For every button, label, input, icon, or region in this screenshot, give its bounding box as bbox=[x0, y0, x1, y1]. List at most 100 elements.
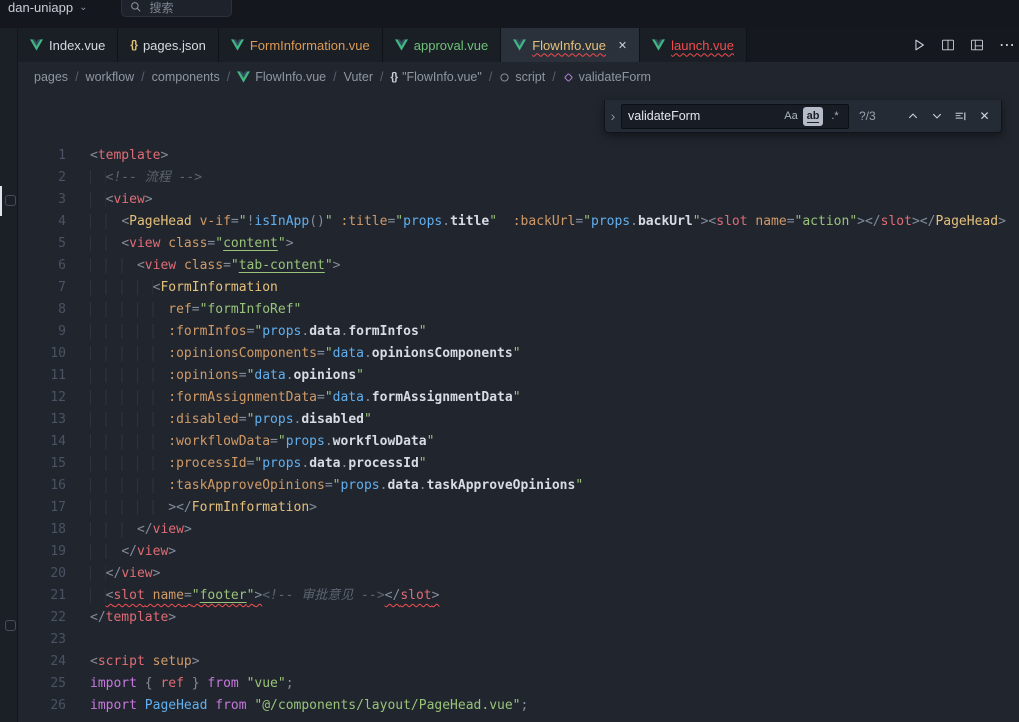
close-icon[interactable]: ✕ bbox=[618, 39, 627, 52]
breadcrumb-label: Vuter bbox=[344, 70, 373, 84]
line-number: 19 bbox=[18, 541, 66, 563]
find-in-selection-button[interactable] bbox=[950, 106, 971, 127]
find-input[interactable] bbox=[628, 109, 781, 123]
breadcrumb: pages/workflow/components/FlowInfo.vue/V… bbox=[18, 62, 1019, 92]
tab-flowinfo-vue[interactable]: FlowInfo.vue ✕ bbox=[501, 28, 640, 62]
breadcrumb-item[interactable]: validateForm bbox=[563, 70, 651, 84]
code-line[interactable]: 16 :taskApproveOpinions="props.data.task… bbox=[18, 475, 1019, 497]
editor-actions: ⋯ bbox=[912, 28, 1019, 62]
code-text: :processId="props.data.processId" bbox=[66, 453, 427, 475]
code-line[interactable]: 24<script setup> bbox=[18, 651, 1019, 673]
code-line[interactable]: 8 ref="formInfoRef" bbox=[18, 299, 1019, 321]
breadcrumb-item[interactable]: {}"FlowInfo.vue" bbox=[391, 70, 482, 84]
vue-file-icon bbox=[513, 39, 526, 51]
tab-label: FlowInfo.vue bbox=[532, 38, 606, 53]
code-line[interactable]: 25import { ref } from "vue"; bbox=[18, 673, 1019, 695]
breadcrumb-item[interactable]: pages bbox=[34, 70, 68, 84]
layout-button[interactable] bbox=[970, 38, 984, 52]
code-text: :opinions="data.opinions" bbox=[66, 365, 364, 387]
breadcrumb-item[interactable]: workflow bbox=[86, 70, 135, 84]
line-number: 1 bbox=[18, 145, 66, 167]
code-line[interactable]: 20 </view> bbox=[18, 563, 1019, 585]
panel-icon[interactable] bbox=[5, 620, 16, 631]
code-line[interactable]: 12 :formAssignmentData="data.formAssignm… bbox=[18, 387, 1019, 409]
tab-index-vue[interactable]: Index.vue bbox=[18, 28, 118, 62]
code-text bbox=[66, 629, 90, 651]
tab-approval-vue[interactable]: approval.vue bbox=[383, 28, 501, 62]
breadcrumb-item[interactable]: Vuter bbox=[344, 70, 373, 84]
breadcrumb-item[interactable]: components bbox=[152, 70, 220, 84]
line-number: 18 bbox=[18, 519, 66, 541]
vue-file-icon bbox=[395, 39, 408, 51]
code-line[interactable]: 1<template> bbox=[18, 145, 1019, 167]
code-text: import PageHead from "@/components/layou… bbox=[66, 695, 528, 717]
search-label: 搜索 bbox=[149, 0, 173, 16]
code-line[interactable]: 15 :processId="props.data.processId" bbox=[18, 453, 1019, 475]
code-text: <template> bbox=[66, 145, 168, 167]
code-line[interactable]: 4 <PageHead v-if="!isInApp()" :title="pr… bbox=[18, 211, 1019, 233]
line-number: 7 bbox=[18, 277, 66, 299]
code-text: :opinionsComponents="data.opinionsCompon… bbox=[66, 343, 521, 365]
find-input-box: Aaab .* bbox=[621, 104, 849, 129]
tab-launch-vue[interactable]: launch.vue bbox=[640, 28, 747, 62]
code-line[interactable]: 9 :formInfos="props.data.formInfos" bbox=[18, 321, 1019, 343]
activity-bar-icon[interactable] bbox=[5, 195, 16, 206]
next-match-button[interactable] bbox=[926, 106, 947, 127]
previous-match-button[interactable] bbox=[902, 106, 923, 127]
code-text: <view class="content"> bbox=[66, 233, 294, 255]
whole-word-toggle[interactable]: ab bbox=[803, 107, 823, 126]
code-line[interactable]: 6 <view class="tab-content"> bbox=[18, 255, 1019, 277]
tab-forminformation-vue[interactable]: FormInformation.vue bbox=[219, 28, 383, 62]
code-line[interactable]: 23 bbox=[18, 629, 1019, 651]
split-editor-button[interactable] bbox=[941, 38, 955, 52]
code-line[interactable]: 13 :disabled="props.disabled" bbox=[18, 409, 1019, 431]
tab-list: Index.vue{}pages.json FormInformation.vue… bbox=[18, 28, 747, 62]
code-line[interactable]: 17 ></FormInformation> bbox=[18, 497, 1019, 519]
title-bar: dan-uniapp ⌄ 搜索 bbox=[0, 0, 1019, 28]
line-number: 10 bbox=[18, 343, 66, 365]
tab-pages-json[interactable]: {}pages.json bbox=[118, 28, 218, 62]
code-line[interactable]: 26import PageHead from "@/components/lay… bbox=[18, 695, 1019, 717]
code-text: :taskApproveOpinions="props.data.taskApp… bbox=[66, 475, 583, 497]
line-number: 26 bbox=[18, 695, 66, 717]
code-text: <view> bbox=[66, 189, 153, 211]
run-button[interactable] bbox=[912, 38, 926, 52]
code-line[interactable]: 3 <view> bbox=[18, 189, 1019, 211]
code-line[interactable]: 5 <view class="content"> bbox=[18, 233, 1019, 255]
code-line[interactable]: 11 :opinions="data.opinions" bbox=[18, 365, 1019, 387]
breadcrumb-item[interactable]: FlowInfo.vue bbox=[237, 70, 326, 84]
breadcrumb-label: pages bbox=[34, 70, 68, 84]
code-line[interactable]: 10 :opinionsComponents="data.opinionsCom… bbox=[18, 343, 1019, 365]
editor-pane[interactable]: › Aaab.* ?/3 ✕ 1<template>2 <!-- 流程 -->3… bbox=[18, 92, 1019, 722]
code-line[interactable]: 7 <FormInformation bbox=[18, 277, 1019, 299]
line-number: 11 bbox=[18, 365, 66, 387]
more-actions-icon[interactable]: ⋯ bbox=[999, 35, 1015, 55]
code-line[interactable]: 19 </view> bbox=[18, 541, 1019, 563]
code-line[interactable]: 14 :workflowData="props.workflowData" bbox=[18, 431, 1019, 453]
regex-toggle-label: .* bbox=[831, 110, 838, 122]
regex-toggle[interactable]: .* bbox=[825, 107, 845, 126]
code-line[interactable]: 2 <!-- 流程 --> bbox=[18, 167, 1019, 189]
code-text: :formAssignmentData="data.formAssignment… bbox=[66, 387, 521, 409]
line-number: 9 bbox=[18, 321, 66, 343]
workspace-name[interactable]: dan-uniapp bbox=[8, 0, 73, 15]
line-number: 14 bbox=[18, 431, 66, 453]
tab-label: launch.vue bbox=[671, 38, 734, 53]
code-line[interactable]: 18 </view> bbox=[18, 519, 1019, 541]
line-number: 3 bbox=[18, 189, 66, 211]
code-line[interactable]: 22</template> bbox=[18, 607, 1019, 629]
global-search-box[interactable]: 搜索 bbox=[121, 0, 232, 17]
toggle-replace-button[interactable]: › bbox=[605, 100, 621, 132]
breadcrumb-item[interactable]: script bbox=[499, 70, 545, 84]
match-case-toggle[interactable]: Aa bbox=[781, 107, 801, 126]
line-number: 2 bbox=[18, 167, 66, 189]
code-text: <FormInformation bbox=[66, 277, 278, 299]
chevron-down-icon: ⌄ bbox=[79, 2, 87, 13]
close-find-button[interactable]: ✕ bbox=[974, 106, 995, 127]
vscode-window: dan-uniapp ⌄ 搜索 Index.vue{}pages.json For… bbox=[0, 0, 1019, 722]
code-line[interactable]: 21 <slot name="footer"><!-- 审批意见 --></sl… bbox=[18, 585, 1019, 607]
tab-label: FormInformation.vue bbox=[250, 38, 370, 53]
breadcrumb-separator: / bbox=[75, 70, 78, 84]
find-widget: › Aaab.* ?/3 ✕ bbox=[604, 100, 1002, 133]
line-number: 25 bbox=[18, 673, 66, 695]
